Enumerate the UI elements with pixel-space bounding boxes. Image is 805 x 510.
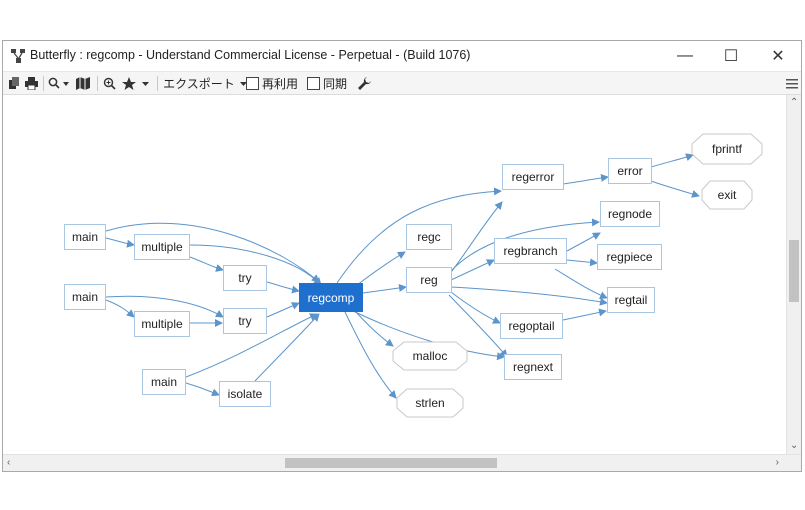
graph-node-malloc-external[interactable]: malloc xyxy=(392,341,468,371)
graph-node-multiple[interactable]: multiple xyxy=(134,311,190,337)
vertical-scroll-thumb[interactable] xyxy=(789,240,799,302)
edge-regbranch-regtail xyxy=(554,268,608,299)
close-icon: ✕ xyxy=(771,48,785,65)
edge-main2-multiple2 xyxy=(105,299,135,318)
edge-regcomp-malloc xyxy=(354,310,394,347)
horizontal-scrollbar[interactable]: ‹ › xyxy=(3,454,801,471)
butterfly-graph-icon xyxy=(11,49,25,63)
graph-node-regtail[interactable]: regtail xyxy=(607,287,655,313)
export-dropdown-button[interactable]: エクスポート xyxy=(162,75,250,92)
scroll-right-icon[interactable]: › xyxy=(776,458,779,468)
graph-node-try[interactable]: try xyxy=(223,308,267,334)
edge-reg-regoptail xyxy=(450,291,501,324)
wrench-icon xyxy=(357,77,371,90)
graph-node-fprintf-external[interactable]: fprintf xyxy=(691,133,763,165)
graph-node-regnext[interactable]: regnext xyxy=(504,354,562,380)
graph-node-main[interactable]: main xyxy=(64,284,106,310)
print-icon xyxy=(24,77,38,90)
malloc-label: malloc xyxy=(412,349,448,363)
vertical-scrollbar[interactable]: ⌃ ⌄ xyxy=(786,95,801,454)
fprintf-label: fprintf xyxy=(711,142,742,156)
graph-node-regpiece[interactable]: regpiece xyxy=(597,244,662,270)
search-dropdown-button[interactable] xyxy=(48,75,70,92)
close-button[interactable]: ✕ xyxy=(758,44,798,68)
exit-label: exit xyxy=(717,188,737,202)
edge-try2-regcomp xyxy=(266,302,300,318)
search-icon xyxy=(48,77,69,89)
horizontal-scroll-thumb[interactable] xyxy=(285,458,497,468)
edge-regcomp-regc xyxy=(356,251,406,286)
strlen-label: strlen xyxy=(415,396,445,410)
toolbar-separator xyxy=(97,76,98,91)
graph-node-regcomp-selected[interactable]: regcomp xyxy=(299,283,363,312)
edge-regbranch-regnode xyxy=(566,232,601,252)
toolbar-separator xyxy=(43,76,44,91)
reuse-checkbox-box[interactable] xyxy=(246,77,259,90)
reuse-checkbox[interactable]: 再利用 xyxy=(246,75,304,92)
favorites-dropdown-button[interactable] xyxy=(122,75,152,92)
reuse-label: 再利用 xyxy=(262,77,299,91)
edge-error-fprintf xyxy=(650,153,694,168)
star-icon xyxy=(122,76,149,90)
edge-regoptail-regtail xyxy=(562,308,607,321)
maximize-icon: ☐ xyxy=(723,48,739,65)
window-title: Butterfly : regcomp - Understand Commerc… xyxy=(30,48,471,62)
hamburger-menu-icon xyxy=(786,79,798,89)
maximize-button[interactable]: ☐ xyxy=(711,44,751,68)
settings-button[interactable] xyxy=(356,75,372,92)
graph-node-error[interactable]: error xyxy=(608,158,652,184)
graph-node-main[interactable]: main xyxy=(64,224,106,250)
print-button[interactable] xyxy=(24,75,38,92)
sync-checkbox-box[interactable] xyxy=(307,77,320,90)
minimize-icon: — xyxy=(677,47,693,64)
edge-reg-regtail xyxy=(450,286,608,306)
copy-button[interactable] xyxy=(7,75,21,92)
graph-node-try[interactable]: try xyxy=(223,265,267,291)
title-bar: Butterfly : regcomp - Understand Commerc… xyxy=(3,41,801,71)
edge-multiple1-try1 xyxy=(189,256,224,272)
graph-node-reg[interactable]: reg xyxy=(406,267,452,293)
edge-error-exit xyxy=(650,180,700,198)
graph-node-multiple[interactable]: multiple xyxy=(134,234,190,260)
graph-node-regoptail[interactable]: regoptail xyxy=(500,313,563,339)
edge-regcomp-reg xyxy=(362,284,407,294)
graph-node-regnode[interactable]: regnode xyxy=(600,201,660,227)
sync-label: 同期 xyxy=(323,77,348,91)
sync-checkbox[interactable]: 同期 xyxy=(307,75,357,92)
scroll-up-icon[interactable]: ⌃ xyxy=(790,98,798,108)
menu-button[interactable] xyxy=(785,75,799,92)
zoom-button[interactable] xyxy=(102,75,118,92)
graph-node-regbranch[interactable]: regbranch xyxy=(494,238,567,264)
edge-regerror-error xyxy=(562,173,609,185)
scroll-down-icon[interactable]: ⌄ xyxy=(790,441,798,451)
map-icon xyxy=(76,77,90,90)
toolbar-separator xyxy=(157,76,158,91)
minimize-button[interactable]: — xyxy=(665,44,705,68)
graph-node-exit-external[interactable]: exit xyxy=(701,180,753,210)
zoom-icon xyxy=(103,77,116,90)
edge-try1-regcomp xyxy=(266,281,300,294)
map-button[interactable] xyxy=(75,75,91,92)
graph-toolbar: エクスポート 再利用 同期 xyxy=(3,71,801,95)
edge-regbranch-regpiece xyxy=(566,258,598,267)
graph-node-strlen-external[interactable]: strlen xyxy=(396,388,464,418)
edge-main3-isolate xyxy=(185,382,220,397)
graph-node-isolate[interactable]: isolate xyxy=(219,381,271,407)
graph-node-main[interactable]: main xyxy=(142,369,186,395)
edge-main1-multiple1 xyxy=(105,237,135,248)
scroll-left-icon[interactable]: ‹ xyxy=(7,458,10,468)
butterfly-graph-canvas[interactable]: main multiple try main multiple try main… xyxy=(3,95,788,454)
edge-regcomp-strlen xyxy=(344,311,397,399)
graph-node-regerror[interactable]: regerror xyxy=(502,164,564,190)
butterfly-window: Butterfly : regcomp - Understand Commerc… xyxy=(2,40,802,472)
graph-node-regc[interactable]: regc xyxy=(406,224,452,250)
copy-icon xyxy=(8,77,19,89)
export-label: エクスポート xyxy=(163,77,235,91)
